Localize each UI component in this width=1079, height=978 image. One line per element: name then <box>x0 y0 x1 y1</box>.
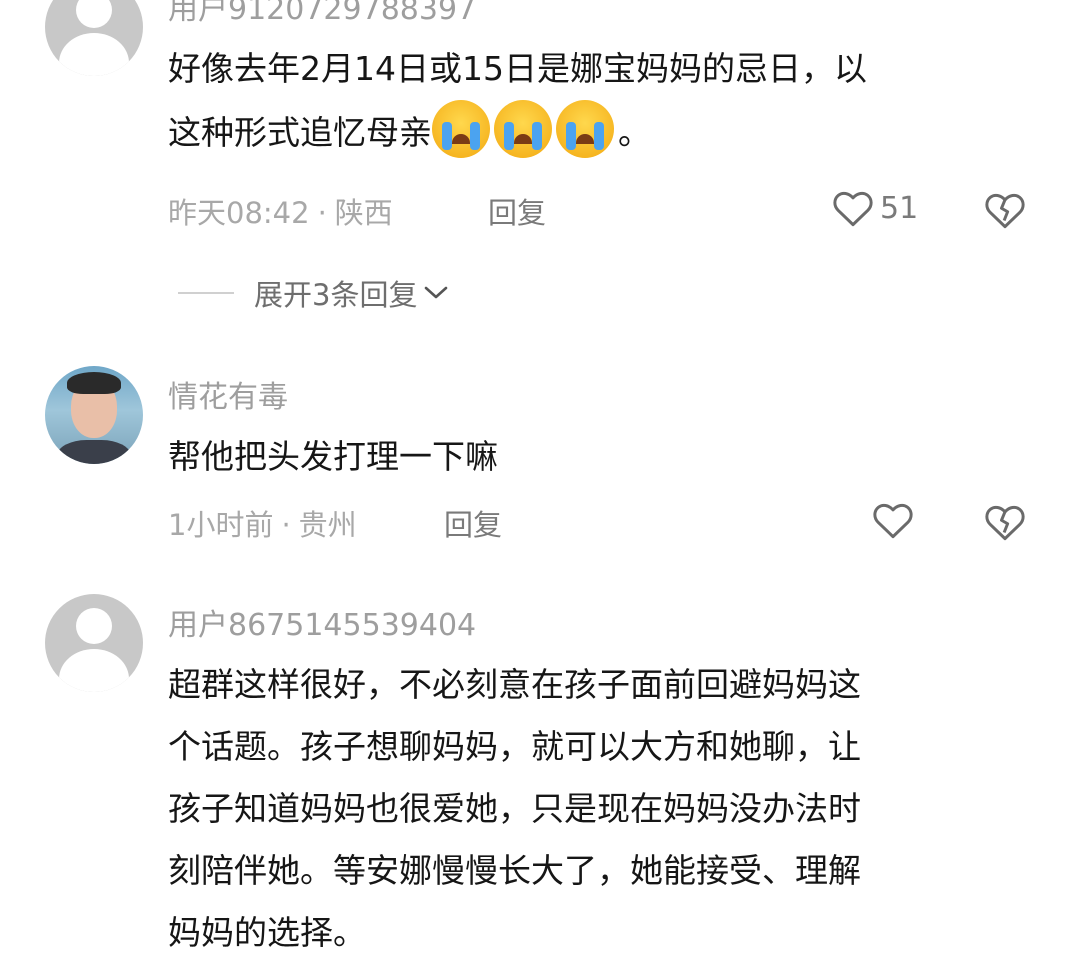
comment-meta: 昨天08:42 · 陕西 <box>168 190 393 232</box>
comment-text-line: 孩子知道妈妈也很爱她，只是现在妈妈没办法时 <box>168 789 861 828</box>
heart-icon <box>873 503 913 539</box>
like-count: 51 <box>880 190 919 226</box>
loudly-crying-face-icon <box>432 100 490 158</box>
comment-username[interactable]: 用户8675145539404 <box>168 600 476 644</box>
comment-text: 超群这样很好，不必刻意在孩子面前回避妈妈这 个话题。孩子想聊妈妈，就可以大方和她… <box>168 654 1038 964</box>
comment-username[interactable]: 情花有毒 <box>168 372 288 416</box>
loudly-crying-face-icon <box>556 100 614 158</box>
reply-button[interactable]: 回复 <box>488 190 546 232</box>
comment-location: 陕西 <box>334 196 393 230</box>
loudly-crying-face-icon <box>494 100 552 158</box>
comment-time: 1小时前 <box>168 508 274 542</box>
comment-username[interactable]: 用户9120729788397 <box>168 0 476 28</box>
dislike-button[interactable] <box>984 502 1026 546</box>
avatar[interactable] <box>45 594 143 692</box>
divider <box>178 292 234 294</box>
comment-meta: 1小时前 · 贵州 <box>168 502 357 544</box>
expand-replies-label: 展开3条回复 <box>254 278 418 312</box>
comment-location: 贵州 <box>298 508 357 542</box>
heart-icon <box>833 191 873 227</box>
chevron-down-icon <box>425 286 448 299</box>
comment-time: 昨天08:42 <box>168 196 310 230</box>
avatar[interactable] <box>45 0 143 76</box>
dislike-button[interactable] <box>984 190 1026 234</box>
meta-separator: · <box>317 196 327 230</box>
meta-separator: · <box>281 508 291 542</box>
comment-text: 好像去年2月14日或15日是娜宝妈妈的忌日，以 这种形式追忆母亲。 <box>168 38 1038 164</box>
avatar[interactable] <box>45 366 143 464</box>
comment-text: 帮他把头发打理一下嘛 <box>168 437 498 476</box>
comment-text-line: 好像去年2月14日或15日是娜宝妈妈的忌日，以 <box>168 49 867 88</box>
comment-text-line: 个话题。孩子想聊妈妈，就可以大方和她聊，让 <box>168 727 861 766</box>
broken-heart-icon <box>985 505 1025 541</box>
comment-text-line: 超群这样很好，不必刻意在孩子面前回避妈妈这 <box>168 665 861 704</box>
comment-text-line: 刻陪伴她。等安娜慢慢长大了，她能接受、理解 <box>168 851 861 890</box>
reply-button[interactable]: 回复 <box>444 502 502 544</box>
comment-text-line: 妈妈的选择。 <box>168 913 366 952</box>
expand-replies[interactable]: 展开3条回复 <box>178 272 449 314</box>
comment-text-line: 这种形式追忆母亲。 <box>168 100 1038 164</box>
broken-heart-icon <box>985 193 1025 229</box>
like-button[interactable] <box>872 500 914 540</box>
like-button[interactable]: 51 <box>832 188 918 228</box>
